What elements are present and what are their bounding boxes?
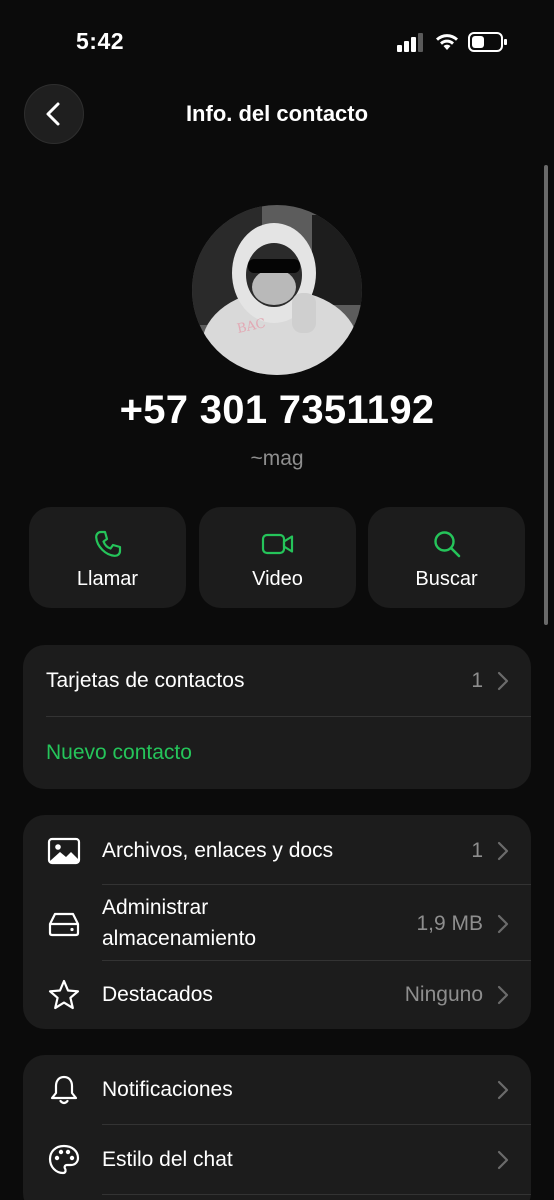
files-row[interactable]: Archivos, enlaces y docs 1: [23, 815, 531, 885]
cellular-signal-icon: [397, 33, 423, 52]
status-time: 5:42: [76, 28, 125, 54]
new-contact-link[interactable]: Nuevo contacto: [46, 741, 192, 765]
divider: [102, 1194, 531, 1195]
wifi-icon: [436, 34, 458, 50]
storage-size: 1,9 MB: [416, 912, 483, 935]
settings-section: Notificaciones Estilo del chat: [23, 1055, 531, 1200]
starred-value: Ninguno: [404, 983, 483, 1006]
palette-icon: [48, 1144, 80, 1175]
notifications-label: Notificaciones: [102, 1078, 233, 1101]
search-label: Buscar: [415, 568, 478, 590]
chat-style-row[interactable]: Estilo del chat: [23, 1125, 531, 1195]
call-label: Llamar: [76, 568, 139, 590]
storage-drive-icon: [48, 912, 80, 937]
search-icon: [433, 531, 460, 558]
chevron-right-icon: [497, 985, 509, 1005]
search-button[interactable]: Buscar: [368, 507, 525, 608]
notifications-row[interactable]: Notificaciones: [23, 1055, 531, 1125]
files-count: 1: [471, 839, 483, 862]
contact-cards-section: Tarjetas de contactos 1 Nuevo contacto: [23, 645, 531, 789]
files-label: Archivos, enlaces y docs: [102, 839, 334, 862]
chevron-right-icon: [497, 914, 509, 934]
contact-avatar[interactable]: BAC: [192, 205, 362, 375]
chevron-right-icon: [497, 1080, 509, 1100]
chevron-right-icon: [497, 671, 509, 691]
storage-label-line2: almacenamiento: [102, 927, 257, 950]
call-button[interactable]: Llamar: [29, 507, 186, 608]
contact-phone-number: +57 301 7351192: [119, 388, 435, 432]
storage-row[interactable]: Administrar almacenamiento 1,9 MB: [23, 885, 531, 960]
video-label: Video: [252, 568, 303, 590]
bell-icon: [50, 1075, 78, 1105]
image-icon: [47, 837, 81, 865]
media-section: Archivos, enlaces y docs 1 Administrar a…: [23, 815, 531, 1029]
contact-nickname: ~mag: [250, 447, 304, 470]
chevron-right-icon: [497, 1150, 509, 1170]
starred-label: Destacados: [102, 983, 213, 1006]
contact-cards-row[interactable]: Tarjetas de contactos 1: [23, 645, 531, 716]
star-icon: [48, 979, 80, 1010]
contact-cards-label: Tarjetas de contactos: [46, 669, 245, 692]
page-title: Info. del contacto: [185, 101, 369, 126]
chat-style-label: Estilo del chat: [102, 1148, 233, 1171]
video-camera-icon: [261, 533, 293, 555]
video-button[interactable]: Video: [199, 507, 356, 608]
new-contact-row[interactable]: Nuevo contacto: [23, 717, 531, 789]
starred-row[interactable]: Destacados Ninguno: [23, 961, 531, 1029]
chevron-right-icon: [497, 841, 509, 861]
status-bar: 5:42: [0, 0, 554, 84]
contact-cards-count: 1: [471, 669, 483, 692]
phone-icon: [94, 530, 121, 557]
storage-label-line1: Administrar: [102, 896, 209, 919]
battery-icon: [468, 32, 507, 52]
